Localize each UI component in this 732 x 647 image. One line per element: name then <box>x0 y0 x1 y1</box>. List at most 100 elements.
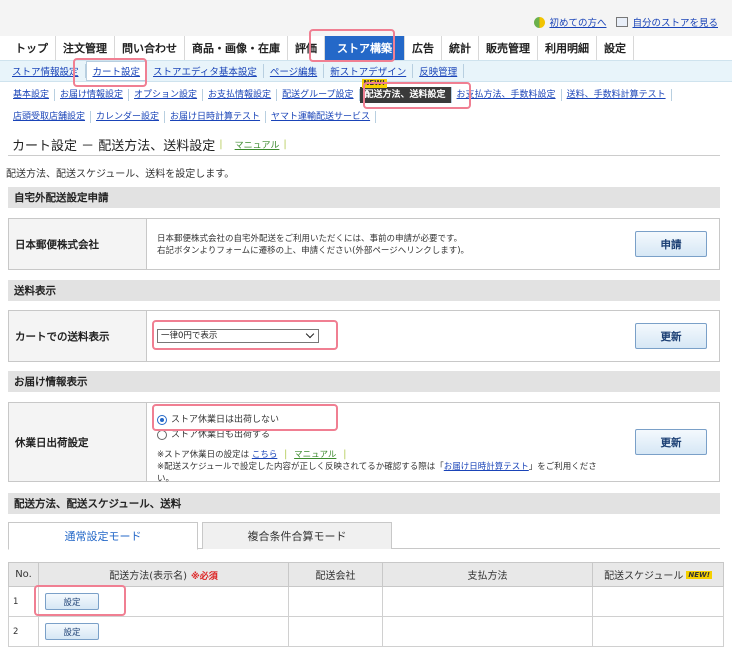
submenu2-payment-fee[interactable]: お支払方法、手数料設定 <box>452 89 562 101</box>
radio-ship-label: ストア休業日も出荷する <box>171 429 271 440</box>
note2-prefix: ※配送スケジュールで設定した内容が正しく反映されてるか確認する際は「 <box>157 462 444 472</box>
submenu2-options[interactable]: オプション設定 <box>129 89 204 101</box>
col-carrier: 配送会社 <box>288 562 383 587</box>
col-method: 配送方法(表示名) ※必須 <box>38 562 289 587</box>
japan-post-text-2: 右記ボタンよりフォームに遷移の上、申請ください(外部ページへリンクします)。 <box>157 246 470 256</box>
row-2-settings-button[interactable]: 設定 <box>45 623 99 640</box>
label-japan-post: 日本郵便株式会社 <box>9 219 147 269</box>
utility-bar: 初めての方へ 自分のストアを見る <box>0 0 732 36</box>
submenu2-store-pickup[interactable]: 店頭受取店舗設定 <box>10 111 92 123</box>
view-my-store-link[interactable]: 自分のストアを見る <box>616 15 718 29</box>
update-holiday-shipping-button[interactable]: 更新 <box>635 429 707 455</box>
shipping-methods-table: No. 配送方法(表示名) ※必須 配送会社 支払方法 配送スケジュール NEW! … <box>8 562 724 647</box>
shipping-display-select-value: 一律0円で表示 <box>161 331 218 341</box>
japan-post-description: 日本郵便株式会社の自宅外配送をご利用いただくには、事前の申請が必要です。 右記ボ… <box>147 219 623 269</box>
separator: | <box>343 449 347 460</box>
first-time-guide-label: 初めての方へ <box>549 18 607 29</box>
manual-link[interactable]: マニュアル <box>235 138 280 151</box>
holiday-shipping-action: 更新 <box>623 403 719 481</box>
submenu2-delivery-info[interactable]: お届け情報設定 <box>55 89 130 101</box>
tab-reviews[interactable]: 評価 <box>288 36 325 60</box>
section-header-shipping-display: 送料表示 <box>8 280 720 301</box>
view-my-store-label: 自分のストアを見る <box>632 18 718 29</box>
submenu2-basic[interactable]: 基本設定 <box>10 89 56 101</box>
tab-stats[interactable]: 統計 <box>442 36 479 60</box>
submenu2-calendar[interactable]: カレンダー設定 <box>91 111 166 123</box>
row-schedule-cell <box>592 616 724 647</box>
section-delivery-info: 休業日出荷設定 ストア休業日は出荷しない ストア休業日も出荷する ※ストア休業日… <box>8 402 720 484</box>
page-description: 配送方法、配送スケジュール、送料を設定します。 <box>6 169 235 180</box>
row-payment-cell <box>382 586 593 617</box>
holiday-manual-link[interactable]: マニュアル <box>294 450 336 460</box>
note1-prefix: ※ストア休業日の設定は <box>157 450 250 460</box>
row-carrier-cell <box>288 616 383 647</box>
tab-inquiries[interactable]: 問い合わせ <box>115 36 185 60</box>
col-method-label: 配送方法(表示名) <box>109 571 188 582</box>
page-title: カート設定 － 配送方法、送料設定 <box>12 138 216 154</box>
tab-top[interactable]: トップ <box>8 36 56 60</box>
separator: | <box>283 138 287 150</box>
col-payment: 支払方法 <box>382 562 593 587</box>
submenu2-shipping-method-label: 配送方法、送料設定 <box>364 90 446 100</box>
update-shipping-display-button[interactable]: 更新 <box>635 323 707 349</box>
submenu2-delivery-date-test[interactable]: お届け日時計算テスト <box>165 111 267 123</box>
required-mark: ※必須 <box>191 572 218 582</box>
tab-settings[interactable]: 設定 <box>597 36 634 60</box>
delivery-date-test-link[interactable]: お届け日時計算テスト <box>444 462 529 472</box>
tab-billing[interactable]: 利用明細 <box>538 36 597 60</box>
col-schedule: 配送スケジュール NEW! <box>592 562 724 587</box>
separator: | <box>219 138 223 150</box>
submenu2-shipping-method[interactable]: NEW! 配送方法、送料設定 <box>359 79 452 103</box>
separator: | <box>284 449 288 460</box>
submenu-page-edit[interactable]: ページ編集 <box>264 64 325 78</box>
submenu2-shipping-group[interactable]: 配送グループ設定 <box>277 89 360 101</box>
tab-products[interactable]: 商品・画像・在庫 <box>185 36 288 60</box>
new-badge: NEW! <box>361 79 388 88</box>
tab-sales[interactable]: 販売管理 <box>479 36 538 60</box>
submenu-cart-settings[interactable]: カート設定 <box>85 61 148 81</box>
radio-ship-on-holiday[interactable]: ストア休業日も出荷する <box>157 428 613 441</box>
row-payment-cell <box>382 616 593 647</box>
holiday-settings-link[interactable]: こちら <box>252 450 278 460</box>
tab-normal-mode[interactable]: 通常設定モード <box>8 522 198 550</box>
table-header-row: No. 配送方法(表示名) ※必須 配送会社 支払方法 配送スケジュール NEW! <box>8 562 724 587</box>
apply-action: 申請 <box>623 219 719 269</box>
submenu2-fee-test[interactable]: 送料、手数料計算テスト <box>562 89 672 101</box>
radio-button-selected[interactable] <box>157 414 167 425</box>
submenu-new-design[interactable]: 新ストアデザイン <box>324 64 414 78</box>
apply-button[interactable]: 申請 <box>635 231 707 257</box>
tab-orders[interactable]: 注文管理 <box>56 36 115 60</box>
section-delivery-apply: 日本郵便株式会社 日本郵便株式会社の自宅外配送をご利用いただくには、事前の申請が… <box>8 218 720 270</box>
holiday-shipping-body: ストア休業日は出荷しない ストア休業日も出荷する ※ストア休業日の設定は こちら… <box>147 403 623 484</box>
mode-tabs: 通常設定モード 複合条件合算モード <box>8 522 720 550</box>
row-1-settings-button[interactable]: 設定 <box>45 593 99 610</box>
submenu-store-info[interactable]: ストア情報設定 <box>10 64 86 78</box>
new-badge: NEW! <box>686 571 712 579</box>
holiday-note-2: ※配送スケジュールで設定した内容が正しく反映されてるか確認する際は「お届け日時計… <box>157 461 613 485</box>
section-header-delivery-info: お届け情報表示 <box>8 371 720 392</box>
submenu2-payment-info[interactable]: お支払情報設定 <box>203 89 278 101</box>
japan-post-text-1: 日本郵便株式会社の自宅外配送をご利用いただくには、事前の申請が必要です。 <box>157 234 463 244</box>
row-carrier-cell <box>288 586 383 617</box>
shipping-display-action: 更新 <box>623 311 719 361</box>
col-no: No. <box>8 562 39 587</box>
first-time-guide-link[interactable]: 初めての方へ <box>534 15 606 29</box>
tab-ads[interactable]: 広告 <box>405 36 442 60</box>
radio-no-ship-on-holiday[interactable]: ストア休業日は出荷しない <box>157 413 613 426</box>
row-schedule-cell <box>592 586 724 617</box>
row-method-cell: 設定 <box>38 616 289 647</box>
table-row: 1 設定 <box>8 586 724 617</box>
submenu-publish[interactable]: 反映管理 <box>413 64 465 78</box>
main-nav-tabs: トップ 注文管理 問い合わせ 商品・画像・在庫 評価 ストア構築 広告 統計 販… <box>8 36 634 60</box>
radio-button[interactable] <box>157 429 167 440</box>
shipping-display-select[interactable]: 一律0円で表示 <box>157 329 319 343</box>
guide-icon <box>534 16 546 28</box>
submenu2-yamato[interactable]: ヤマト運輸配送サービス <box>266 111 377 123</box>
tab-combined-mode[interactable]: 複合条件合算モード <box>202 522 392 549</box>
tab-store-build[interactable]: ストア構築 <box>325 36 405 60</box>
table-row: 2 設定 <box>8 616 724 647</box>
submenu-editor-basic[interactable]: ストアエディタ基本設定 <box>147 64 264 78</box>
shipping-display-body: 一律0円で表示 <box>147 311 623 361</box>
radio-no-ship-label: ストア休業日は出荷しない <box>171 414 280 425</box>
holiday-note-1: ※ストア休業日の設定は こちら | マニュアル | <box>157 449 613 461</box>
